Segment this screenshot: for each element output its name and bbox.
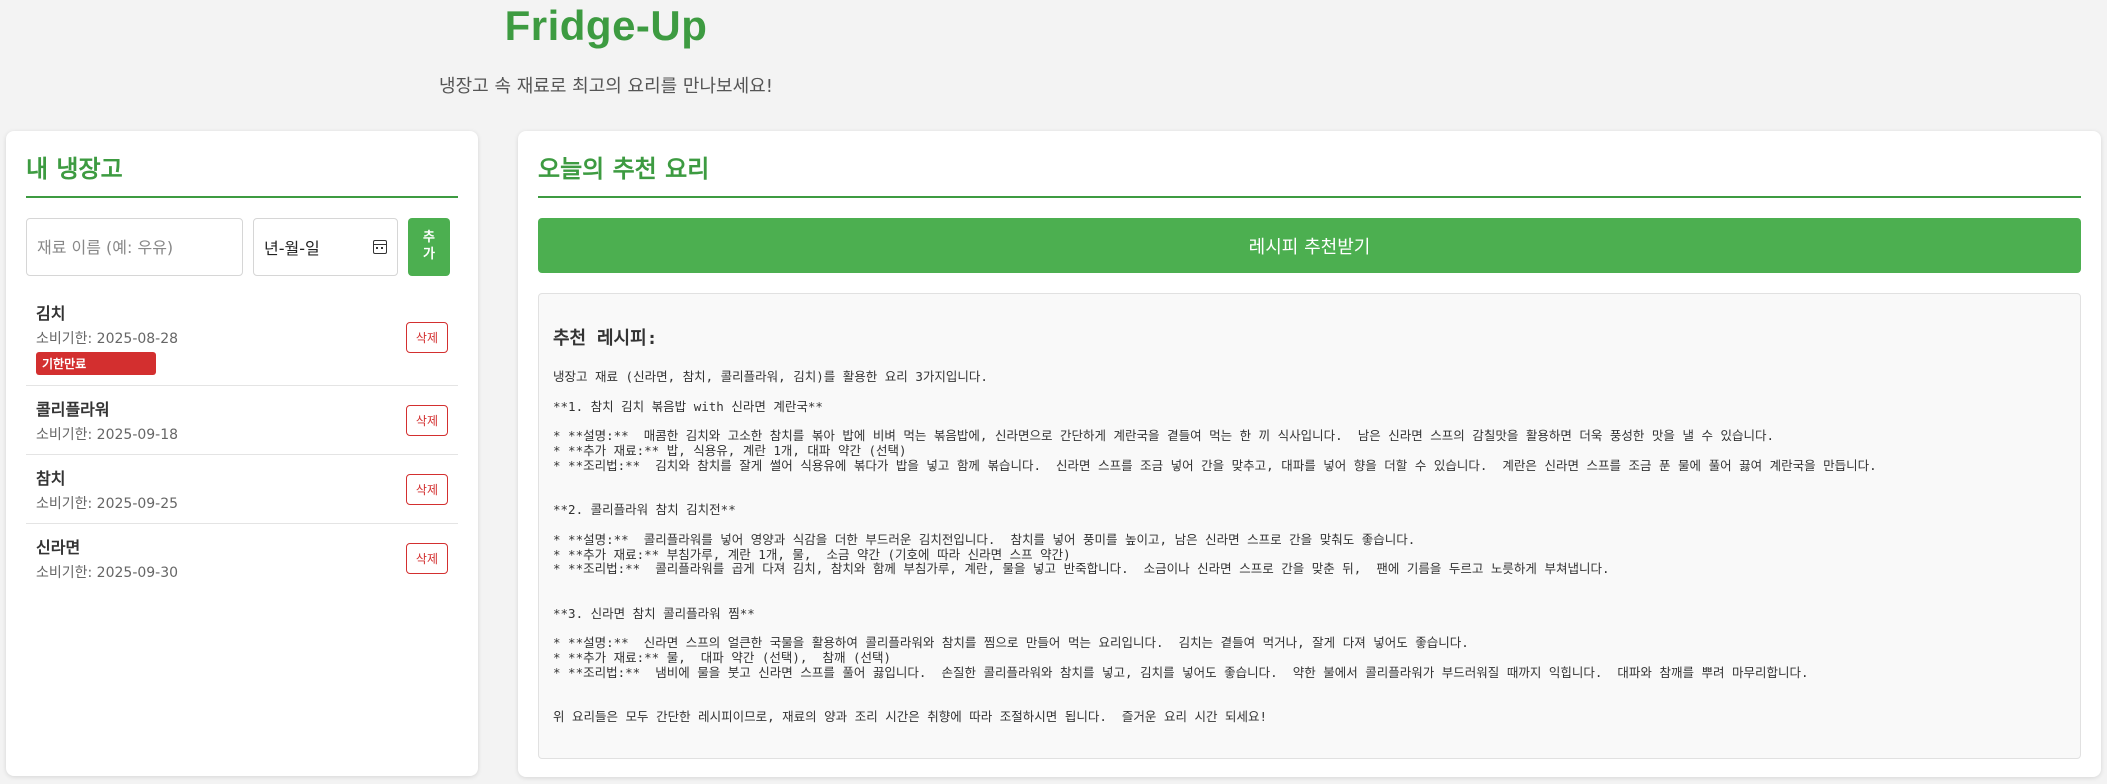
ingredient-name: 김치 [36,304,66,323]
ingredient-name: 참치 [36,469,66,488]
delete-button[interactable]: 삭제 [405,404,448,436]
ingredient-name: 신라면 [36,538,81,557]
list-item: 김치 소비기한: 2025-08-28 기한만료 삭제 [26,290,458,386]
recommend-title: 오늘의 추천 요리 [538,149,2081,198]
ingredient-expiry: 소비기한: 2025-09-18 [36,427,179,443]
date-placeholder: 년-월-일 [264,239,320,258]
list-item: 신라면 소비기한: 2025-09-30 삭제 [26,524,458,592]
ingredient-name-input[interactable] [26,218,243,276]
ingredient-name: 콜리플라워 [36,400,110,419]
ingredient-list: 김치 소비기한: 2025-08-28 기한만료 삭제 콜리플라워 소비기한: … [26,290,458,592]
delete-button[interactable]: 삭제 [405,542,448,574]
page-header: Fridge-Up 냉장고 속 재료로 최고의 요리를 만나보세요! [0,0,1212,98]
fridge-panel: 내 냉장고 년-월-일 추가 김치 소비기한: 2025-08-28 기한만료 … [6,131,478,776]
delete-button[interactable]: 삭제 [405,473,448,505]
list-item: 참치 소비기한: 2025-09-25 삭제 [26,455,458,524]
recipe-heading: 추천 레시피: [553,328,658,349]
recipe-text: 냉장고 재료 (신라면, 참치, 콜리플라워, 김치)를 활용한 요리 3가지입… [553,369,1877,725]
delete-button[interactable]: 삭제 [405,322,448,353]
add-ingredient-form: 년-월-일 추가 [26,218,458,276]
expiry-date-input[interactable]: 년-월-일 [253,218,398,276]
add-ingredient-button[interactable]: 추가 [408,218,450,276]
recommend-panel: 오늘의 추천 요리 레시피 추천받기 추천 레시피: 냉장고 재료 (신라면, … [518,131,2101,777]
list-item: 콜리플라워 소비기한: 2025-09-18 삭제 [26,386,458,455]
app-title: Fridge-Up [504,2,708,49]
app-subtitle: 냉장고 속 재료로 최고의 요리를 만나보세요! [439,76,773,97]
expired-badge: 기한만료 [36,352,156,375]
calendar-icon[interactable] [373,240,387,254]
get-recipe-button[interactable]: 레시피 추천받기 [538,218,2081,273]
ingredient-expiry: 소비기한: 2025-08-28 [36,331,179,347]
fridge-title: 내 냉장고 [26,149,458,198]
recipe-output: 추천 레시피: 냉장고 재료 (신라면, 참치, 콜리플라워, 김치)를 활용한… [538,293,2081,759]
ingredient-expiry: 소비기한: 2025-09-25 [36,496,179,512]
ingredient-expiry: 소비기한: 2025-09-30 [36,565,179,581]
